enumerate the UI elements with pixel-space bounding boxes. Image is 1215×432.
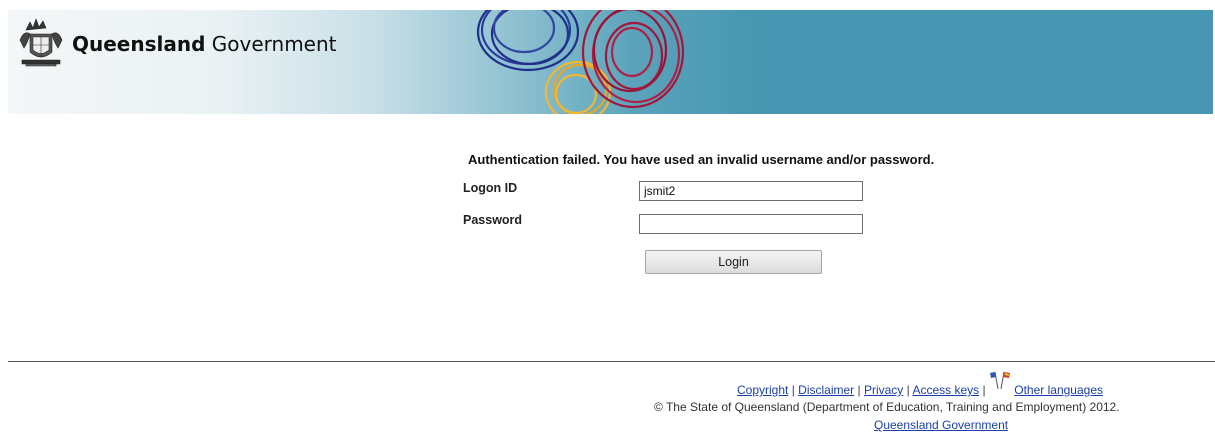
coat-of-arms-icon [19, 18, 63, 67]
flags-icon [989, 371, 1010, 390]
gov-title-rest: Government [211, 32, 337, 56]
header-banner: Queensland Government [8, 10, 1213, 114]
password-input[interactable] [639, 214, 863, 234]
copyright-link[interactable]: Copyright [737, 383, 788, 397]
qld-gov-logo[interactable]: Queensland Government [16, 16, 337, 72]
footer-links: Copyright | Disclaimer | Privacy | Acces… [737, 371, 1103, 397]
footer-divider [8, 361, 1215, 362]
auth-error-message: Authentication failed. You have used an … [468, 152, 935, 167]
login-button[interactable]: Login [645, 250, 822, 274]
disclaimer-link[interactable]: Disclaimer [798, 383, 854, 397]
copyright-notice: © The State of Queensland (Department of… [654, 400, 1120, 414]
password-label: Password [463, 213, 523, 227]
queensland-government-link[interactable]: Queensland Government [874, 418, 1008, 432]
logon-id-input[interactable] [639, 181, 863, 201]
separator: | [788, 383, 799, 397]
separator: | [979, 383, 989, 397]
logon-id-label: Logon ID [463, 181, 518, 195]
other-languages-link[interactable]: Other languages [1014, 383, 1103, 397]
separator: | [854, 383, 864, 397]
privacy-link[interactable]: Privacy [864, 383, 903, 397]
gov-title: Queensland Government [72, 32, 337, 56]
access-keys-link[interactable]: Access keys [912, 383, 979, 397]
swirl-graphic [476, 10, 685, 114]
gov-title-bold: Queensland [72, 32, 206, 56]
